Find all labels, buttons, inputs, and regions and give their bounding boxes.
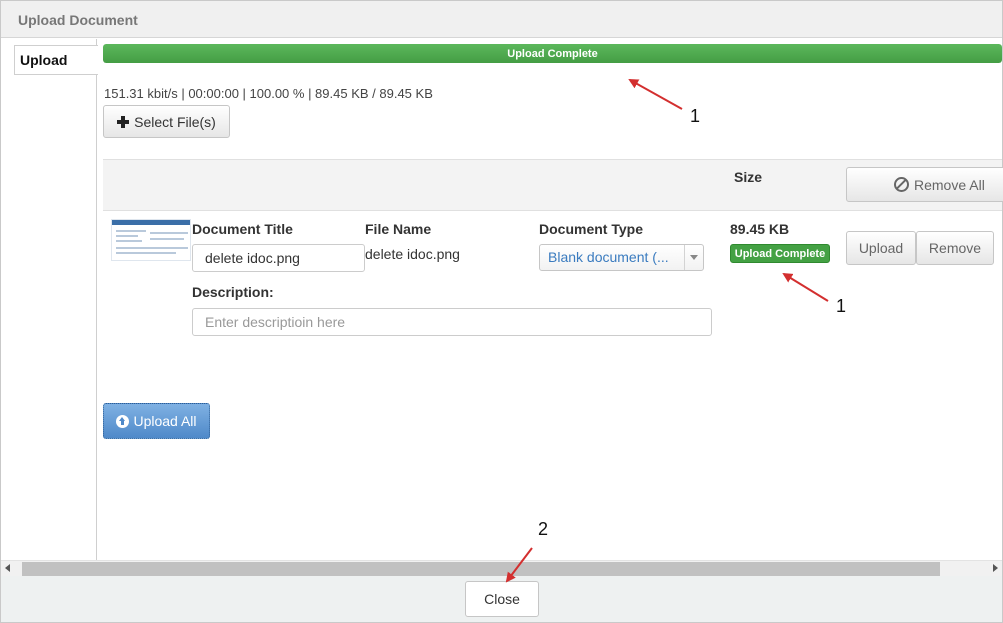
dialog-header: Upload Document [1, 1, 1002, 38]
upload-all-button[interactable]: Upload All [103, 403, 210, 439]
tab-upload[interactable]: Upload [14, 45, 98, 75]
upload-document-dialog: Upload Document Upload Upload Complete 1… [0, 0, 1003, 623]
remove-all-label: Remove All [914, 176, 985, 193]
scrollbar-thumb[interactable] [22, 562, 940, 576]
size-column-header: Size [734, 169, 763, 185]
annotation-marker-1: 1 [836, 296, 847, 316]
scroll-left-icon[interactable] [5, 564, 10, 572]
document-type-value: Blank document (... [548, 249, 669, 265]
document-title-input[interactable] [192, 244, 365, 272]
close-button[interactable]: Close [465, 581, 539, 617]
upload-button[interactable]: Upload [846, 231, 916, 265]
select-files-button[interactable]: Select File(s) [103, 105, 230, 138]
document-type-select[interactable]: Blank document (... [539, 244, 704, 271]
remove-all-button[interactable]: Remove All [846, 167, 1003, 202]
chevron-down-icon [690, 255, 698, 260]
select-files-label: Select File(s) [134, 113, 216, 130]
document-type-label: Document Type [539, 221, 643, 237]
file-thumbnail [111, 219, 191, 261]
upload-stats: 151.31 kbit/s | 00:00:00 | 100.00 % | 89… [104, 86, 433, 101]
remove-button[interactable]: Remove [916, 231, 994, 265]
file-name-label: File Name [365, 221, 432, 237]
side-tabs: Upload [1, 39, 98, 560]
upload-all-label: Upload All [133, 413, 197, 429]
file-name-value: delete idoc.png [365, 246, 460, 262]
status-badge: Upload Complete [730, 244, 830, 263]
ban-icon [894, 177, 909, 192]
scroll-right-icon[interactable] [993, 564, 998, 572]
file-size-value: 89.45 KB [730, 221, 790, 237]
dropdown-toggle[interactable] [684, 245, 703, 270]
description-input[interactable] [192, 308, 712, 336]
upload-progress-label: Upload Complete [507, 47, 598, 60]
description-label: Description: [192, 284, 274, 300]
circle-arrow-up-icon [116, 414, 130, 428]
document-title-label: Document Title [192, 221, 293, 237]
upload-progress-fill: Upload Complete [103, 44, 1002, 63]
horizontal-scrollbar[interactable] [1, 560, 1002, 576]
annotation-marker-2: 2 [538, 519, 549, 539]
dialog-title: Upload Document [18, 12, 138, 28]
annotation-marker-1: 1 [690, 106, 701, 126]
plus-icon [117, 115, 130, 128]
upload-progress-bar: Upload Complete [103, 44, 1002, 63]
